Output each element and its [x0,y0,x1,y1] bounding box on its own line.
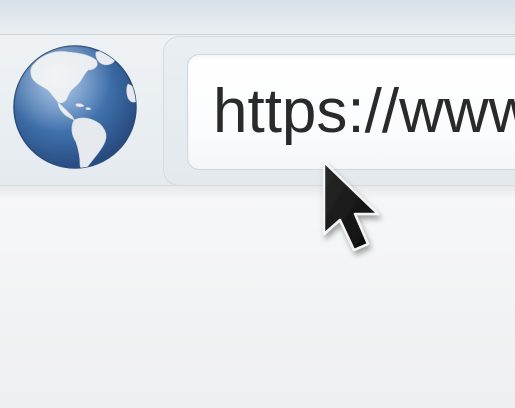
url-text[interactable]: https://www. [213,77,515,147]
browser-tab-strip [0,0,515,35]
globe-icon[interactable] [12,44,138,170]
toolbar-shadow [0,186,515,200]
browser-window: https://www. [0,0,515,408]
address-bar[interactable]: https://www. [187,54,515,170]
mouse-pointer-icon [322,160,380,252]
